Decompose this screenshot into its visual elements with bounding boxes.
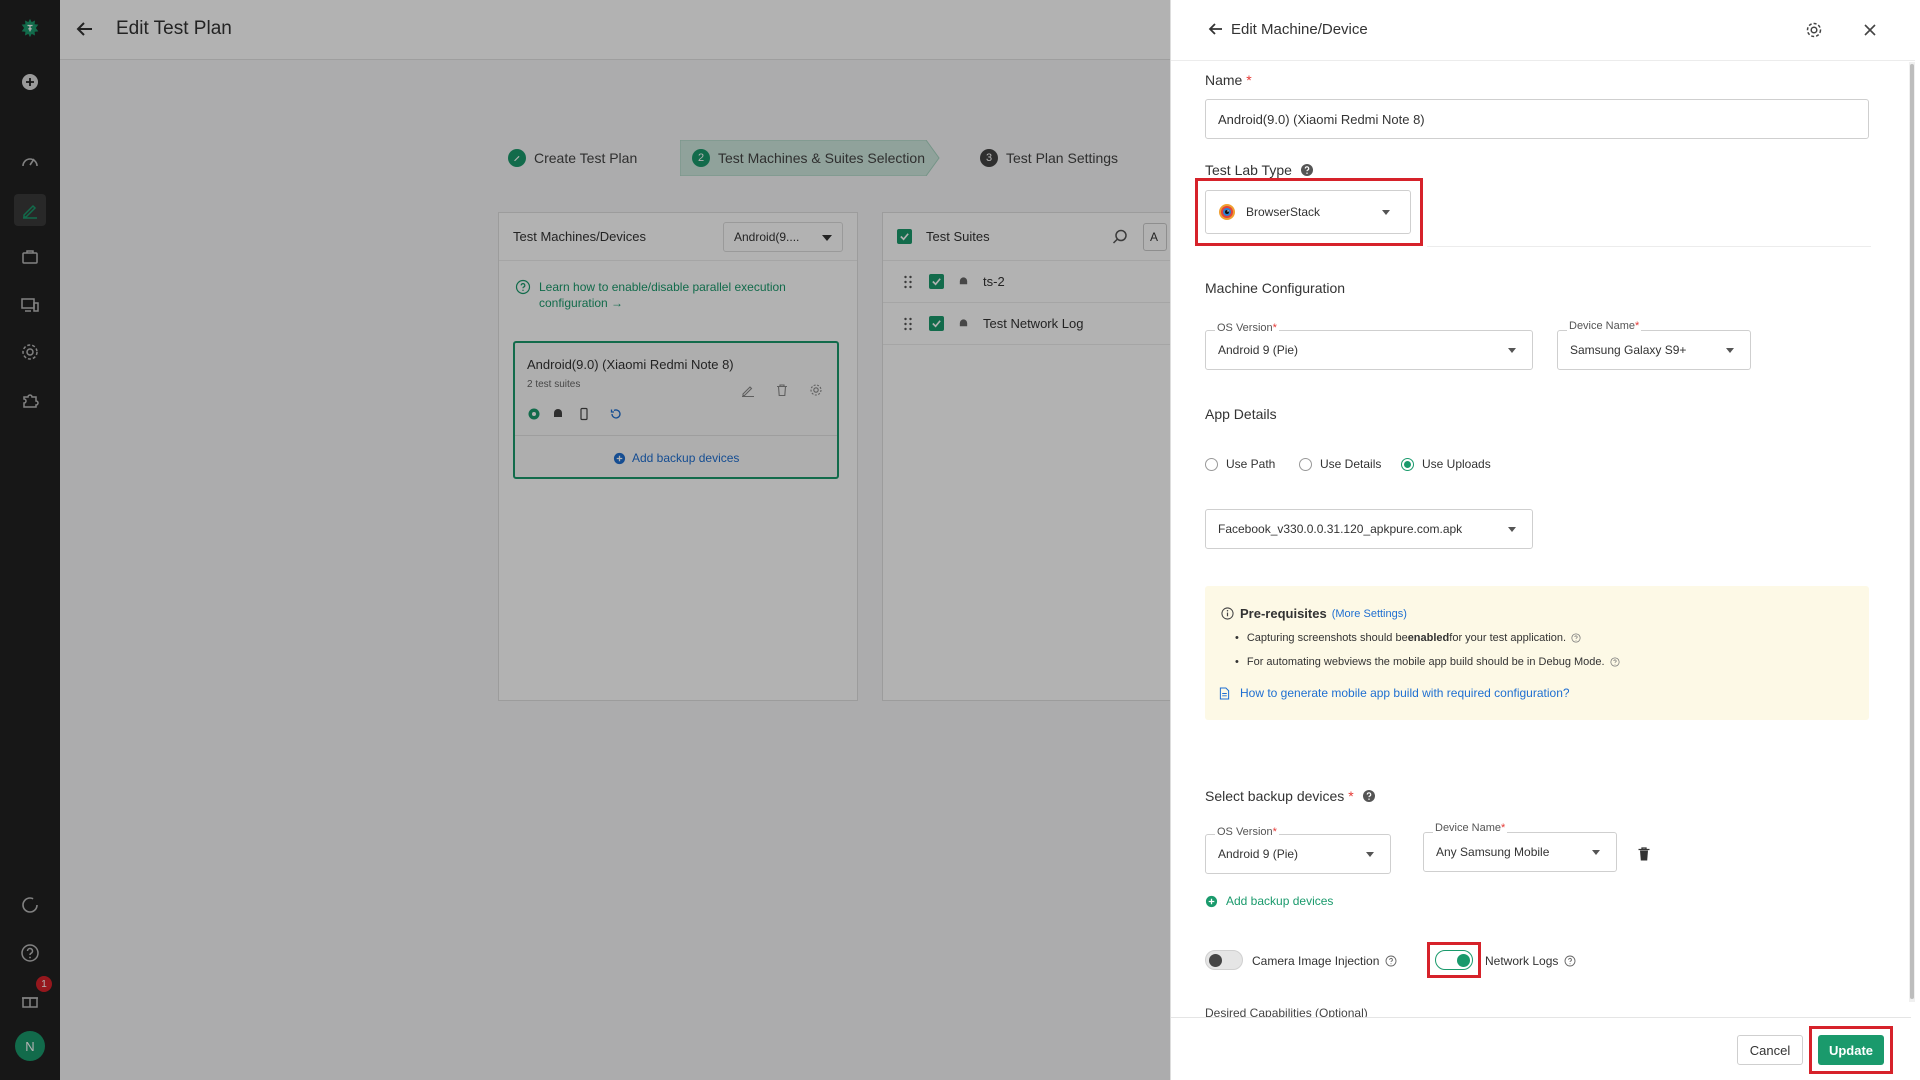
toggle-knob (1209, 954, 1222, 967)
backup-device-name-value: Any Samsung Mobile (1436, 845, 1550, 859)
backup-device-name-label: Device Name* (1433, 822, 1508, 834)
backup-device-name-label-text: Device Name (1435, 822, 1502, 834)
drawer-settings-gear-icon[interactable] (1805, 21, 1823, 39)
prereq-item: • For automating webviews the mobile app… (1235, 656, 1620, 668)
help-icon[interactable] (1385, 955, 1397, 967)
close-icon[interactable] (1861, 21, 1879, 39)
bullet: • (1235, 632, 1239, 644)
backup-os-version-select[interactable]: Android 9 (Pie) (1205, 834, 1391, 874)
os-version-label: OS Version* (1215, 322, 1279, 334)
caret-down-icon (1592, 850, 1600, 855)
desired-capabilities-label: Desired Capabilities (Optional) (1205, 1006, 1368, 1017)
os-version-select[interactable]: Android 9 (Pie) (1205, 330, 1533, 370)
help-icon[interactable] (1610, 657, 1620, 667)
desired-capabilities-clip: Desired Capabilities (Optional) (1205, 1003, 1505, 1017)
prereq-bold: enabled (1407, 632, 1450, 644)
help-icon[interactable] (1564, 955, 1576, 967)
caret-down-icon (1508, 348, 1516, 353)
prereq-text: for your test application. (1449, 632, 1567, 644)
bullet: • (1235, 656, 1239, 668)
camera-injection-toggle[interactable] (1205, 950, 1243, 970)
os-version-label-text: OS Version (1217, 322, 1273, 334)
device-name-select[interactable]: Samsung Galaxy S9+ (1557, 330, 1751, 370)
backup-devices-label: Select backup devices * (1205, 788, 1376, 804)
app-upload-select[interactable]: Facebook_v330.0.0.31.120_apkpure.com.apk (1205, 509, 1533, 549)
more-settings-link[interactable]: (More Settings) (1332, 608, 1407, 620)
prerequisites-header: Pre-requisites (More Settings) (1221, 606, 1407, 621)
radio-label: Use Details (1320, 457, 1382, 471)
backup-os-version-value: Android 9 (Pie) (1218, 847, 1299, 861)
backup-device-name-select[interactable]: Any Samsung Mobile (1423, 832, 1617, 872)
test-lab-type-label: Test Lab Type (1205, 162, 1314, 178)
build-config-link-text: How to generate mobile app build with re… (1240, 686, 1570, 700)
scrollbar-thumb[interactable] (1910, 64, 1914, 999)
caret-down-icon (1508, 527, 1516, 532)
radio-use-uploads[interactable]: Use Uploads (1401, 457, 1491, 471)
highlight-update-button (1809, 1026, 1893, 1074)
add-backup-devices-button[interactable]: Add backup devices (1205, 894, 1333, 908)
radio-button-selected[interactable] (1401, 457, 1414, 471)
radio-label: Use Path (1226, 457, 1276, 471)
device-name-value: Samsung Galaxy S9+ (1570, 343, 1687, 357)
edit-machine-drawer: Edit Machine/Device Name * Android(9.0) … (1170, 0, 1920, 1080)
backup-os-version-label: OS Version* (1215, 826, 1279, 838)
caret-down-icon (1726, 348, 1734, 353)
radio-use-path[interactable]: Use Path (1205, 457, 1275, 471)
app-upload-value: Facebook_v330.0.0.31.120_apkpure.com.apk (1218, 522, 1463, 536)
section-divider (1427, 246, 1871, 247)
radio-use-details[interactable]: Use Details (1299, 457, 1381, 471)
backup-os-version-label-text: OS Version (1217, 826, 1273, 838)
app-details-label: App Details (1205, 406, 1277, 422)
highlight-network-logs (1427, 942, 1481, 978)
header-divider (1171, 60, 1915, 61)
help-icon[interactable] (1362, 789, 1376, 803)
cancel-button[interactable]: Cancel (1737, 1035, 1803, 1065)
highlight-test-lab-type (1195, 178, 1423, 246)
add-backup-label: Add backup devices (1226, 894, 1334, 908)
test-lab-type-text: Test Lab Type (1205, 162, 1292, 178)
prereq-text: For automating webviews the mobile app b… (1246, 656, 1605, 668)
device-name-label: Device Name* (1567, 320, 1642, 332)
name-input[interactable]: Android(9.0) (Xiaomi Redmi Note 8) (1205, 99, 1869, 139)
modal-backdrop[interactable] (0, 0, 1170, 1080)
info-icon (1221, 607, 1234, 620)
backup-devices-text: Select backup devices (1205, 788, 1345, 804)
device-name-label-text: Device Name (1569, 320, 1636, 332)
help-icon[interactable] (1300, 163, 1314, 177)
prereq-text: Capturing screenshots should be (1246, 632, 1408, 644)
network-logs-label: Network Logs (1485, 954, 1576, 968)
backup-delete-trash-icon[interactable] (1637, 846, 1651, 862)
help-icon[interactable] (1571, 633, 1581, 643)
name-label: Name * (1205, 72, 1252, 88)
machine-configuration-label: Machine Configuration (1205, 280, 1346, 296)
prerequisites-box: Pre-requisites (More Settings) • Capturi… (1205, 586, 1869, 720)
name-label-text: Name (1205, 72, 1243, 88)
prerequisites-title: Pre-requisites (1240, 606, 1327, 621)
build-config-link[interactable]: How to generate mobile app build with re… (1219, 686, 1570, 700)
drawer-back-arrow-icon[interactable] (1207, 20, 1225, 38)
caret-down-icon (1366, 852, 1374, 857)
radio-label: Use Uploads (1422, 457, 1491, 471)
prereq-item: • Capturing screenshots should be enable… (1235, 632, 1581, 644)
os-version-value: Android 9 (Pie) (1218, 343, 1299, 357)
add-plus-icon (1205, 895, 1218, 907)
camera-injection-label: Camera Image Injection (1252, 954, 1397, 968)
document-icon (1219, 686, 1230, 700)
drawer-title: Edit Machine/Device (1231, 21, 1368, 38)
camera-injection-text: Camera Image Injection (1252, 954, 1380, 968)
network-logs-text: Network Logs (1485, 954, 1559, 968)
radio-button[interactable] (1299, 457, 1312, 471)
radio-button[interactable] (1205, 457, 1218, 471)
